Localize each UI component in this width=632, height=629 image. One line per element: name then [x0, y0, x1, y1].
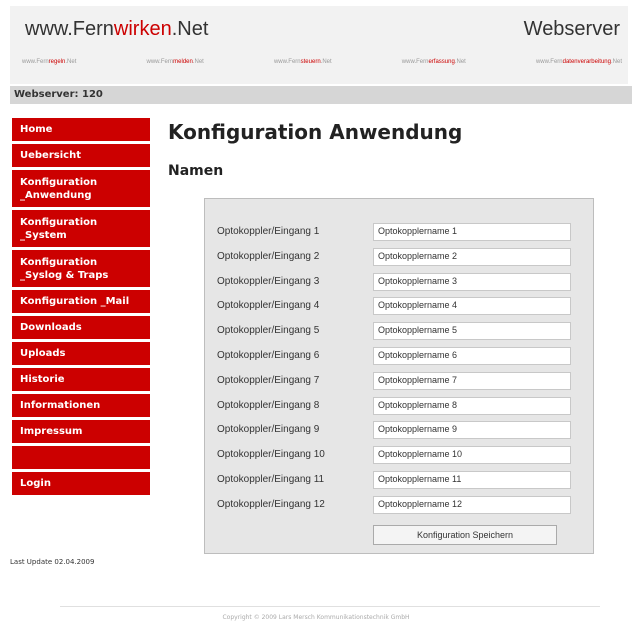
save-button[interactable]: Konfiguration Speichern	[373, 525, 557, 545]
optocoupler-label: Optokoppler/Eingang 12	[217, 498, 325, 510]
sidebar-item-label: Uploads	[20, 348, 66, 359]
optocoupler-name-input[interactable]: Optokopplername 3	[373, 272, 571, 291]
form-row: Optokoppler/Eingang 4 Optokopplername 4	[217, 297, 577, 316]
sidebar-item[interactable]: Uebersicht	[12, 144, 150, 170]
sidebar-item[interactable]: Konfiguration _Syslog & Traps	[12, 250, 150, 290]
optocoupler-label: Optokoppler/Eingang 11	[217, 474, 325, 485]
sidebar-item-label: Downloads	[20, 322, 82, 333]
sidebar-item[interactable]: Konfiguration _System	[12, 210, 150, 250]
sidebar-item-label: Uebersicht	[20, 150, 81, 161]
optocoupler-name-input[interactable]: Optokopplername 4	[373, 297, 571, 316]
form-row: Optokoppler/Eingang 7 Optokopplername 7	[217, 371, 577, 390]
optocoupler-name-input[interactable]: Optokopplername 10	[373, 446, 571, 465]
optocoupler-name-input[interactable]: Optokopplername 6	[373, 347, 571, 365]
form-row: Optokoppler/Eingang 1 Optokopplername 1	[217, 223, 577, 241]
optocoupler-name-input[interactable]: Optokopplername 11	[373, 471, 571, 489]
sidebar-item-label: Impressum	[20, 426, 83, 437]
footer-copyright: Copyright © 2009 Lars Mersch Kommunikati…	[222, 614, 410, 621]
sidebar-item[interactable]: Historie	[12, 368, 150, 394]
form-row: Optokoppler/Eingang 2 Optokopplername 2	[217, 247, 577, 266]
sidebar-item-label: Konfiguration _Anwendung	[20, 176, 98, 201]
sidebar-item[interactable]: Konfiguration _Mail	[12, 290, 150, 316]
optocoupler-label: Optokoppler/Eingang 5	[217, 325, 320, 337]
status-label: Webserver: 120	[14, 89, 103, 100]
optocoupler-label: Optokoppler/Eingang 10	[217, 449, 325, 461]
subnav-link-steuern[interactable]: www.Fernsteuern.Net	[274, 59, 332, 65]
optocoupler-label: Optokoppler/Eingang 7	[217, 374, 320, 386]
sidebar-item	[12, 446, 150, 472]
sidebar-item[interactable]: Downloads	[12, 316, 150, 342]
optocoupler-label: Optokoppler/Eingang 2	[217, 250, 320, 262]
sidebar-item[interactable]: Home	[12, 118, 150, 144]
optocoupler-name-input[interactable]: Optokopplername 8	[373, 396, 571, 415]
server-title: Webserver	[523, 18, 620, 40]
optocoupler-label: Optokoppler/Eingang 3	[217, 275, 320, 287]
subnav-link-melden[interactable]: www.Fernmelden.Net	[146, 59, 203, 65]
status-bar: Webserver: 120	[10, 86, 632, 104]
subnav: www.Fernregeln.Net www.Fernmelden.Net ww…	[22, 59, 622, 65]
form-row: Optokoppler/Eingang 3 Optokopplername 3	[217, 272, 577, 291]
footer-divider	[60, 606, 600, 607]
subnav-link-regeln[interactable]: www.Fernregeln.Net	[22, 59, 76, 65]
optocoupler-label: Optokoppler/Eingang 4	[217, 300, 320, 312]
sidebar-item-label: Informationen	[20, 400, 101, 411]
config-form: Optokoppler/Eingang 12 Optokopplername 12…	[204, 198, 594, 554]
sidebar-item[interactable]: Konfiguration _Anwendung	[12, 170, 150, 210]
site-title[interactable]: www.Fernwirken.Net	[25, 18, 208, 41]
sidebar: Home Uebersicht Konfiguration _Anwendung Ko…	[12, 118, 150, 498]
optocoupler-name-input[interactable]: Optokopplername 7	[373, 371, 571, 390]
form-row: Optokoppler/Eingang 12 Optokopplername 12	[217, 495, 577, 514]
optocoupler-label: Optokoppler/Eingang 8	[217, 399, 320, 411]
subnav-link-datenverarbeitung[interactable]: www.Ferndatenverarbeitung.Net	[536, 59, 622, 65]
optocoupler-name-input[interactable]: Optokopplername 2	[373, 247, 571, 266]
optocoupler-label: Optokoppler/Eingang 6	[217, 350, 320, 361]
sidebar-item-label: Login	[20, 478, 51, 489]
optocoupler-label: Optokoppler/Eingang 9	[217, 424, 320, 436]
sidebar-item-label: Home	[20, 124, 53, 135]
form-row: Optokoppler/Eingang 5 Optokopplername 5	[217, 322, 577, 341]
header: www.Fernwirken.Net Webserver www.Fernreg…	[10, 6, 628, 84]
optocoupler-label: Optokoppler/Eingang 1	[217, 226, 320, 237]
sidebar-item[interactable]: Informationen	[12, 394, 150, 420]
form-row: Optokoppler/Eingang 9 Optokopplername 9	[217, 421, 577, 440]
sidebar-item[interactable]: Uploads	[12, 342, 150, 368]
sidebar-item[interactable]: Impressum	[12, 420, 150, 446]
form-row: Optokoppler/Eingang 10 Optokopplername 10	[217, 446, 577, 465]
sidebar-item-label: Konfiguration _Mail	[20, 296, 130, 307]
sidebar-item-label: Historie	[20, 374, 65, 385]
optocoupler-name-input[interactable]: Optokopplername 5	[373, 322, 571, 341]
form-row: Optokoppler/Eingang 11 Optokopplername 11	[217, 471, 577, 489]
last-update: Last Update 02.04.2009	[10, 558, 95, 566]
optocoupler-name-input[interactable]: Optokopplername 12	[373, 495, 571, 514]
sidebar-item-label: Konfiguration _System	[20, 216, 98, 241]
page-title: Konfiguration Anwendung	[168, 120, 463, 144]
form-row: Optokoppler/Eingang 8 Optokopplername 8	[217, 396, 577, 415]
form-row: Optokoppler/Eingang 6 Optokopplername 6	[217, 347, 577, 365]
sidebar-item-label: Konfiguration _Syslog & Traps	[20, 256, 109, 281]
subnav-link-erfassung[interactable]: www.Fernerfassung.Net	[402, 59, 466, 65]
optocoupler-name-input[interactable]: Optokopplername 9	[373, 421, 571, 440]
optocoupler-name-input[interactable]: Optokopplername 1	[373, 223, 571, 241]
section-title: Namen	[168, 163, 224, 179]
sidebar-item[interactable]: Login	[12, 472, 150, 498]
